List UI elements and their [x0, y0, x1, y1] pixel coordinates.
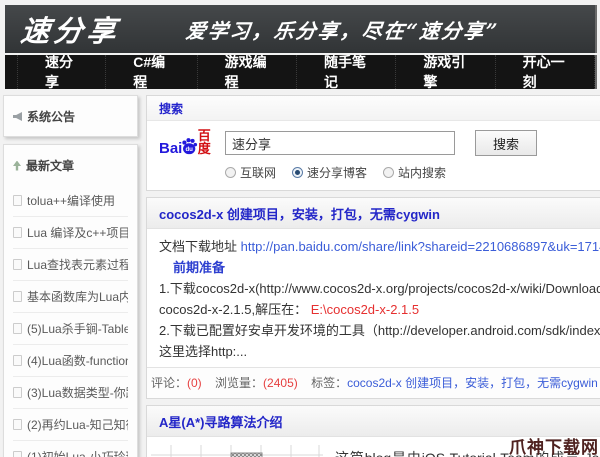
latest-articles-box: 最新文章 tolua++编译使用 Lua 编译及c++项目调用Lua Lua查找… — [3, 144, 138, 457]
announcement-box: 系统公告 — [3, 95, 138, 137]
document-icon — [13, 355, 22, 366]
baidu-pan-link[interactable]: http://pan.baidu.com/share/link?shareid=… — [241, 239, 600, 254]
site-slogan: 爱学习，乐分享，尽在“速分享” — [184, 15, 530, 44]
baidu-logo: Bai du 百度 — [159, 128, 217, 158]
nav-item-home[interactable]: 速分享 — [17, 55, 106, 89]
sidebar-article-link[interactable]: tolua++编译使用 — [13, 185, 128, 216]
svg-text:du: du — [186, 146, 194, 153]
baidu-logo-bai: Bai — [159, 141, 182, 158]
document-icon — [13, 195, 22, 206]
document-icon — [13, 451, 22, 457]
sidebar-article-link[interactable]: (1)初始Lua-小巧玲珑又可爱 — [13, 440, 128, 457]
section-heading: 前期准备 — [159, 257, 600, 278]
views-label: 浏览量： — [215, 376, 263, 390]
sidebar-article-link[interactable]: (4)Lua函数-function好厉害 — [13, 344, 128, 376]
nav-item-game-programming[interactable]: 游戏编程 — [198, 55, 297, 89]
tags-label: 标签： — [311, 376, 347, 390]
sidebar-article-link[interactable]: 基本函数库为Lua内置的函... — [13, 280, 128, 312]
watermark: 爪神下载网 — [509, 433, 599, 457]
search-scope-row: 互联网 速分享博客 站内搜索 — [147, 160, 600, 190]
latest-articles-title: 最新文章 — [26, 157, 74, 174]
nav-item-fun[interactable]: 开心一刻 — [496, 55, 595, 89]
sidebar-article-link[interactable]: Lua查找表元素过程（元表... — [13, 248, 128, 280]
content-area: 系统公告 最新文章 tolua++编译使用 Lua 编译及c++项目调用Lua … — [3, 95, 595, 457]
pin-icon — [13, 161, 21, 171]
search-box: 搜索 Bai du 百度 — [146, 95, 600, 191]
sidebar-article-link[interactable]: (5)Lua杀手锏-Table来袭 — [13, 312, 128, 344]
article-title-link[interactable]: cocos2d-x 创建项目，安装，打包，无需cygwin — [159, 204, 600, 223]
search-scope-blog[interactable]: 速分享博客 — [292, 164, 367, 181]
search-row: Bai du 百度 搜索 — [147, 121, 600, 160]
views-count: (2405) — [263, 376, 298, 390]
article-cocos2dx: cocos2d-x 创建项目，安装，打包，无需cygwin 文档下载地址 htt… — [146, 197, 600, 399]
article-text-line: 1.下载cocos2d-x(http://www.cocos2d-x.org/p… — [159, 278, 600, 299]
radio-icon[interactable] — [225, 167, 236, 178]
radio-checked-icon[interactable] — [292, 167, 303, 178]
announcement-header: 系统公告 — [13, 96, 128, 136]
search-scope-internet[interactable]: 互联网 — [225, 164, 276, 181]
latest-articles-header: 最新文章 — [13, 145, 128, 185]
baidu-logo-cn: 百度 — [198, 129, 217, 158]
nav-item-game-engine[interactable]: 游戏引擎 — [396, 55, 495, 89]
document-icon — [13, 387, 22, 398]
site-header: 速分享 爱学习，乐分享，尽在“速分享” — [5, 5, 595, 53]
document-icon — [13, 419, 22, 430]
article-title-bar: cocos2d-x 创建项目，安装，打包，无需cygwin — [147, 198, 600, 229]
nav-item-notes[interactable]: 随手笔记 — [297, 55, 396, 89]
speaker-icon — [13, 112, 22, 121]
main-nav: 速分享 C#编程 游戏编程 随手笔记 游戏引擎 开心一刻 — [5, 55, 595, 89]
main-column: 搜索 Bai du 百度 — [146, 95, 600, 457]
document-icon — [13, 291, 22, 302]
tag-link[interactable]: cocos2d-x 创建项目，安装，打包，无需cygwin — [347, 376, 598, 390]
search-box-title: 搜索 — [147, 96, 600, 121]
sidebar-article-link[interactable]: (2)再约Lua-知己知彼 — [13, 408, 128, 440]
sidebar-article-link[interactable]: (3)Lua数据类型-你跟她不... — [13, 376, 128, 408]
nav-item-csharp[interactable]: C#编程 — [106, 55, 197, 89]
download-label: 文档下载地址 — [159, 239, 241, 254]
sidebar-article-link[interactable]: Lua 编译及c++项目调用Lua — [13, 216, 128, 248]
document-icon — [13, 259, 22, 270]
comments-count: (0) — [187, 376, 202, 390]
file-path: E:\cocos2d-x-2.1.5 — [307, 302, 419, 317]
search-input[interactable] — [225, 131, 455, 155]
document-icon — [13, 227, 22, 238]
article-text-line: cocos2d-x-2.1.5,解压在： — [159, 302, 307, 317]
comments-label: 评论： — [151, 376, 187, 390]
radio-icon[interactable] — [383, 167, 394, 178]
article-body: 文档下载地址 http://pan.baidu.com/share/link?s… — [147, 229, 600, 367]
article-text-line: 这里选择http:... — [159, 341, 600, 362]
announcement-title: 系统公告 — [27, 108, 75, 125]
sidebar: 系统公告 最新文章 tolua++编译使用 Lua 编译及c++项目调用Lua … — [3, 95, 138, 457]
search-button[interactable]: 搜索 — [475, 130, 537, 156]
search-scope-site[interactable]: 站内搜索 — [383, 164, 446, 181]
article-title-link[interactable]: A星(A*)寻路算法介绍 — [159, 412, 600, 431]
article-meta-bar: 评论：(0) 浏览量：(2405) 标签：cocos2d-x 创建项目，安装，打… — [147, 367, 600, 398]
document-icon — [13, 323, 22, 334]
article-text-line: 2.下载已配置好安卓开发环境的工具（http://developer.andro… — [159, 320, 600, 341]
site-logo[interactable]: 速分享 — [3, 8, 122, 50]
page: 速分享 爱学习，乐分享，尽在“速分享” 速分享 C#编程 游戏编程 随手笔记 游… — [0, 0, 600, 457]
baidu-paw-icon: du — [181, 134, 197, 158]
latest-articles-list: tolua++编译使用 Lua 编译及c++项目调用Lua Lua查找表元素过程… — [13, 185, 128, 457]
astar-grid-image: 7. 7. — [151, 445, 323, 457]
